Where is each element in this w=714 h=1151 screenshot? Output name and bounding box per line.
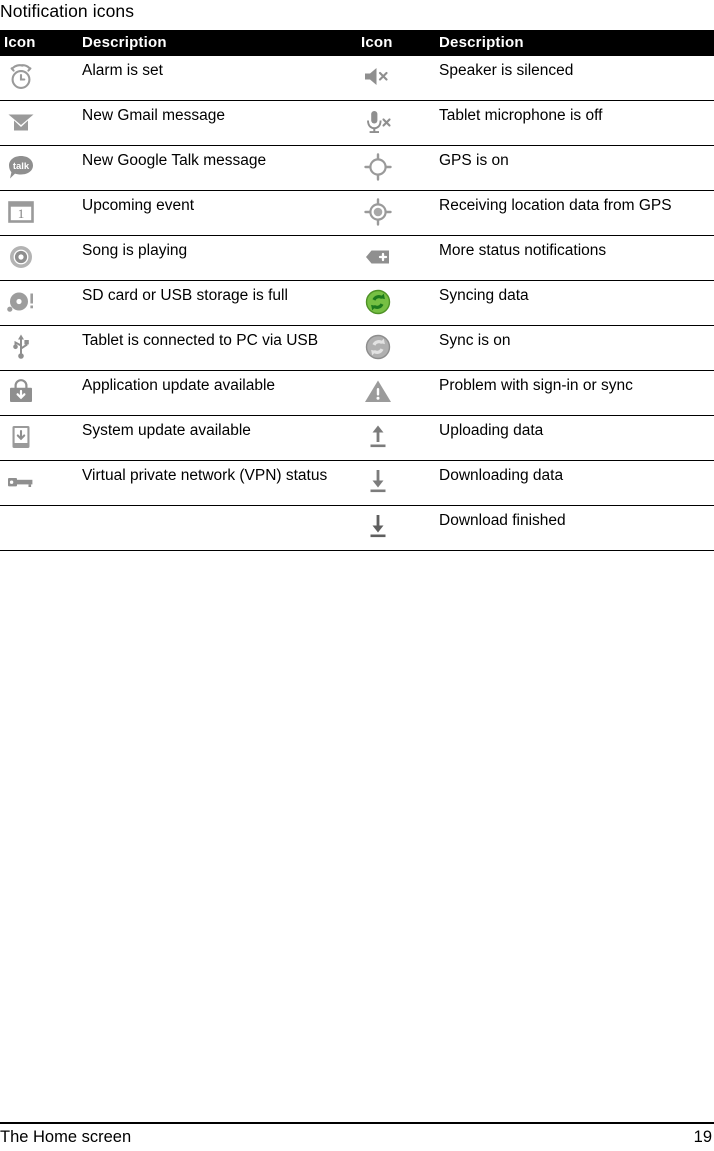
description-cell-left-empty (72, 506, 357, 551)
icon-cell-left: talk (0, 146, 72, 191)
icon-cell-right (357, 101, 429, 146)
sd-card-full-icon (4, 285, 38, 319)
calendar-event-icon: 1 (4, 195, 38, 229)
icon-cell-right (357, 371, 429, 416)
icon-cell-left-empty (0, 506, 72, 551)
download-arrow-icon (361, 465, 395, 499)
table-row: Virtual private network (VPN) status Dow… (0, 461, 714, 506)
icon-cell-left (0, 101, 72, 146)
table-row: New Gmail message Tablet microphone is o… (0, 101, 714, 146)
svg-text:1: 1 (18, 206, 25, 221)
footer-page-number: 19 (693, 1128, 712, 1146)
table-row: talk New Google Talk message GPS is on (0, 146, 714, 191)
footer-section-label: The Home screen (0, 1128, 132, 1146)
icon-cell-right (357, 461, 429, 506)
usb-icon (4, 330, 38, 364)
icon-cell-left: 1 (0, 191, 72, 236)
column-header-description-left: Description (72, 30, 357, 56)
notification-icons-table: Icon Description Icon Description Alarm … (0, 30, 714, 551)
music-note-disc-icon (4, 240, 38, 274)
gmail-envelope-icon (4, 105, 38, 139)
table-header-row: Icon Description Icon Description (0, 30, 714, 56)
sync-on-icon (361, 330, 395, 364)
alarm-clock-icon (4, 60, 38, 94)
table-row: System update available Uploading data (0, 416, 714, 461)
description-cell-right: Problem with sign-in or sync (439, 377, 633, 394)
description-cell-left: Alarm is set (82, 62, 163, 79)
description-cell-right: Receiving location data from GPS (439, 197, 672, 214)
page-footer: The Home screen 19 (0, 1126, 714, 1151)
description-cell-left: SD card or USB storage is full (82, 287, 288, 304)
description-cell-right: More status notifications (439, 242, 607, 259)
icon-cell-right (357, 416, 429, 461)
description-cell-right: Downloading data (439, 467, 564, 484)
description-cell-right: Uploading data (439, 422, 544, 439)
warning-triangle-icon (361, 375, 395, 409)
table-row: Tablet is connected to PC via USB Sync i… (0, 326, 714, 371)
icon-cell-left (0, 461, 72, 506)
description-cell-right: Sync is on (439, 332, 511, 349)
description-cell-left: Song is playing (82, 242, 188, 259)
description-cell-left: Application update available (82, 377, 276, 394)
icon-cell-left (0, 326, 72, 371)
more-notifications-plus-icon (361, 240, 395, 274)
google-talk-icon: talk (4, 150, 38, 184)
svg-text:talk: talk (13, 161, 30, 172)
icon-cell-left (0, 416, 72, 461)
icon-cell-right (357, 236, 429, 281)
table-row: 1 Upcoming event Receiving location data… (0, 191, 714, 236)
footer-divider (0, 1122, 714, 1124)
icon-cell-left (0, 236, 72, 281)
icon-cell-right (357, 326, 429, 371)
icon-cell-right (357, 506, 429, 551)
description-cell-left: Virtual private network (VPN) status (82, 467, 328, 484)
app-update-icon (4, 375, 38, 409)
description-cell-right: Syncing data (439, 287, 529, 304)
page-title: Notification icons (0, 1, 135, 21)
icon-cell-right (357, 56, 429, 101)
table-header: Icon Description Icon Description (0, 30, 714, 56)
description-cell-right: Tablet microphone is off (439, 107, 603, 124)
icon-cell-left (0, 56, 72, 101)
system-update-icon (4, 420, 38, 454)
description-cell-left: Upcoming event (82, 197, 195, 214)
description-cell-left: New Gmail message (82, 107, 225, 124)
table-row: Download finished (0, 506, 714, 551)
description-cell-left: Tablet is connected to PC via USB (82, 332, 319, 349)
icon-cell-left (0, 281, 72, 326)
table-row: Application update available Problem wit… (0, 371, 714, 416)
description-cell-left: System update available (82, 422, 251, 439)
description-cell-right: Download finished (439, 512, 566, 529)
sync-active-icon (361, 285, 395, 319)
column-header-description-right: Description (429, 30, 714, 56)
vpn-key-icon (4, 465, 38, 499)
speaker-muted-icon (361, 60, 395, 94)
upload-arrow-icon (361, 420, 395, 454)
gps-locked-icon (361, 195, 395, 229)
table-row: SD card or USB storage is full Syncing d… (0, 281, 714, 326)
column-header-icon-left: Icon (0, 30, 72, 56)
table-row: Song is playing More status notification… (0, 236, 714, 281)
table-body: Alarm is set Speaker is silenced New Gma… (0, 56, 714, 551)
column-header-icon-right: Icon (357, 30, 429, 56)
table-row: Alarm is set Speaker is silenced (0, 56, 714, 101)
icon-cell-right (357, 281, 429, 326)
description-cell-right: GPS is on (439, 152, 509, 169)
icon-cell-left (0, 371, 72, 416)
icon-cell-right (357, 146, 429, 191)
download-finished-icon (361, 510, 395, 544)
icon-cell-right (357, 191, 429, 236)
description-cell-left: New Google Talk message (82, 152, 267, 169)
description-cell-right: Speaker is silenced (439, 62, 574, 79)
microphone-off-icon (361, 105, 395, 139)
gps-crosshair-icon (361, 150, 395, 184)
